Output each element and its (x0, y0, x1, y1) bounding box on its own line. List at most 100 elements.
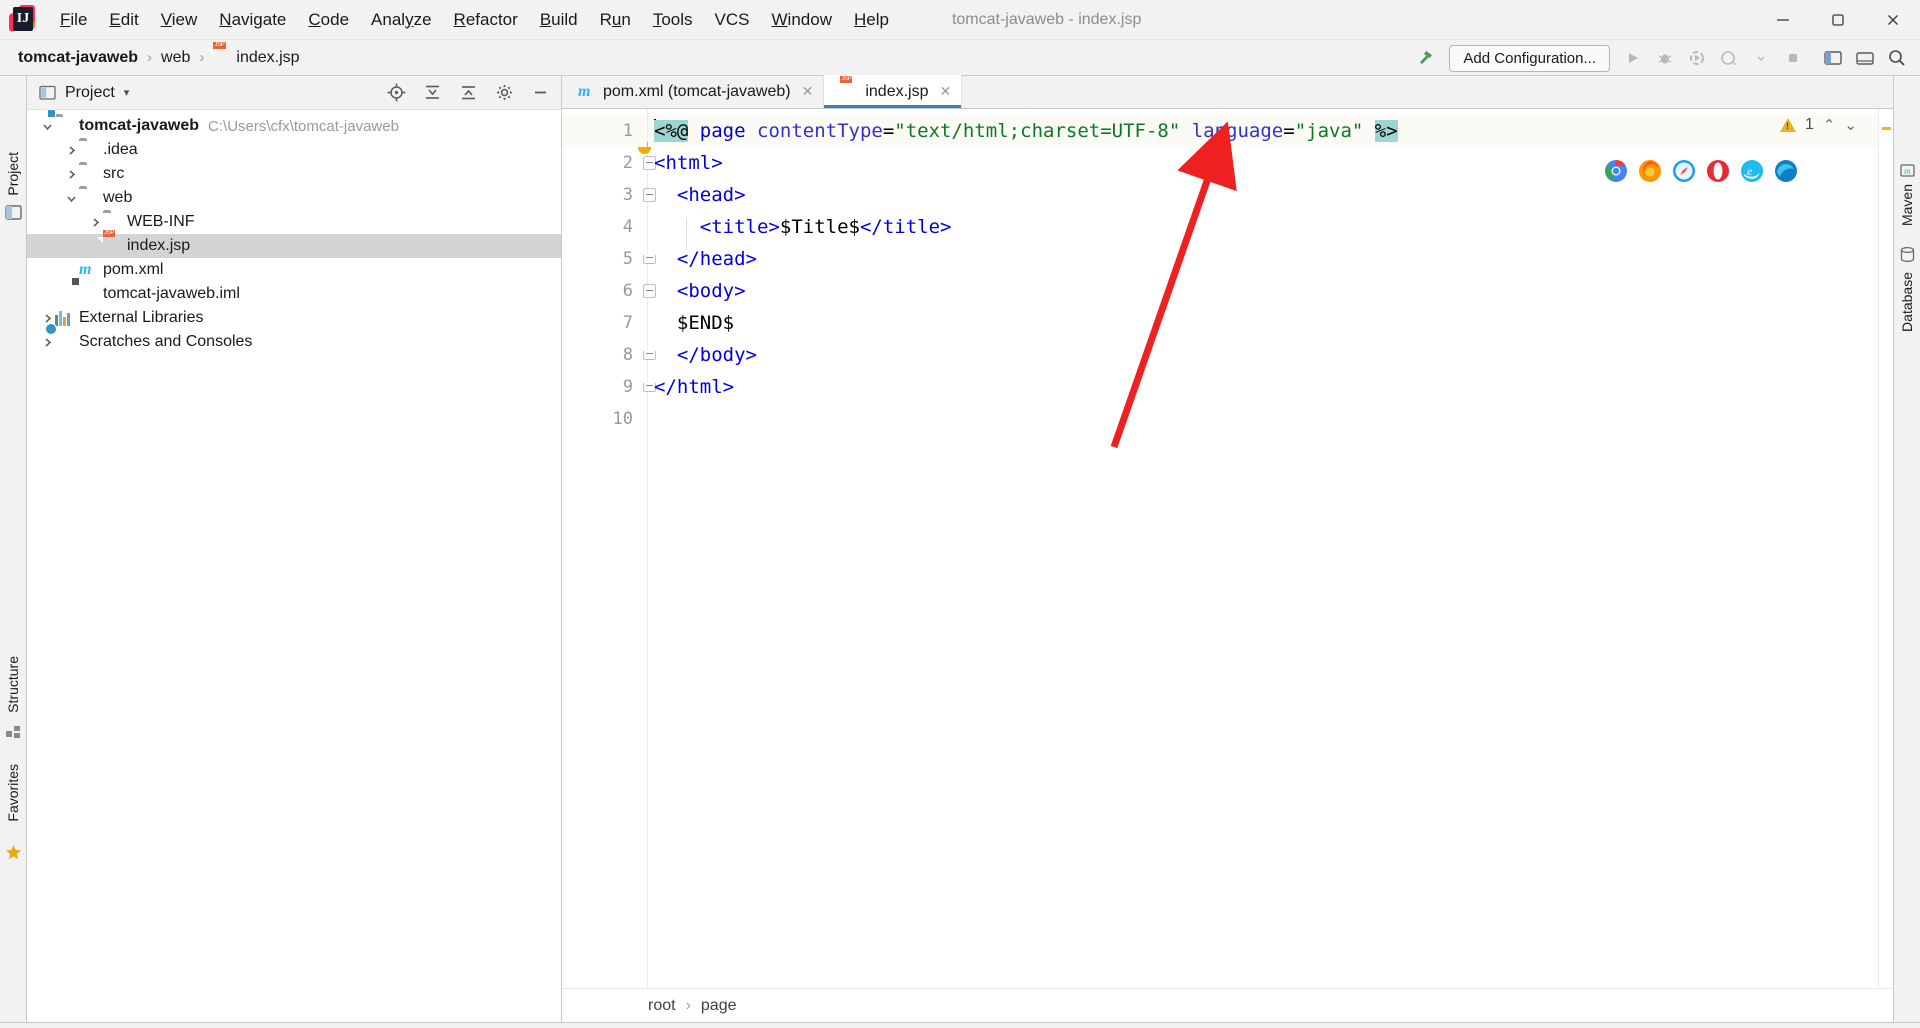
firefox-icon[interactable] (1638, 159, 1662, 183)
add-configuration-button[interactable]: Add Configuration... (1449, 44, 1610, 72)
tool-window-build[interactable]: Build (566, 1023, 650, 1028)
chevron-right-icon[interactable] (39, 334, 55, 350)
edge-icon[interactable] (1774, 159, 1798, 183)
profiler-icon[interactable] (1714, 43, 1744, 73)
browser-preview-bar[interactable]: e (1604, 159, 1798, 183)
line-number-gutter[interactable]: 1 2 3 4 5 6 7 8 9 10 (562, 109, 656, 988)
sidebar-item-maven[interactable]: Maven (1899, 184, 1915, 226)
run-icon[interactable] (1618, 43, 1648, 73)
tree-item-index-jsp[interactable]: JSP index.jsp (27, 230, 561, 258)
internet-explorer-icon[interactable]: e (1740, 159, 1764, 183)
breadcrumb-item-web[interactable]: web (161, 49, 190, 67)
tree-item-external-libraries[interactable]: External Libraries (27, 306, 561, 330)
line-number[interactable]: 5 (562, 243, 656, 275)
line-number[interactable]: 3 (562, 179, 656, 211)
line-number[interactable]: 6 (562, 275, 656, 307)
close-tab-icon[interactable]: ✕ (940, 83, 952, 100)
line-number[interactable]: 1 (562, 115, 647, 147)
menu-item-refactor[interactable]: Refactor (443, 0, 529, 40)
code-line[interactable]: <body> (648, 275, 1878, 307)
tree-item-tomcat-javaweb-iml[interactable]: tomcat-javaweb.iml (27, 282, 561, 306)
editor-tab-pom-xml-tomcat-javaweb-[interactable]: m pom.xml (tomcat-javaweb) ✕ (562, 75, 825, 108)
star-icon[interactable] (5, 844, 22, 861)
maven-strip-icon[interactable]: m (1899, 162, 1916, 179)
tree-item-tomcat-javaweb[interactable]: tomcat-javaweb C:\Users\cfx\tomcat-javawe… (27, 114, 561, 138)
editor-tab-index-jsp[interactable]: JSP index.jsp ✕ (824, 75, 963, 108)
tree-item-src[interactable]: src (27, 162, 561, 186)
chevron-right-icon[interactable] (87, 214, 103, 230)
tree-item-web[interactable]: web (27, 186, 561, 210)
menu-item-run[interactable]: Run (589, 0, 642, 40)
menu-item-file[interactable]: File (49, 0, 98, 40)
chevron-down-icon[interactable] (1746, 43, 1776, 73)
breadcrumb-item-index-jsp[interactable]: JSP index.jsp (213, 41, 300, 67)
sidebar-item-project[interactable]: Project (5, 152, 21, 196)
prev-problem-icon[interactable]: ⌃ (1823, 116, 1836, 134)
stop-icon[interactable] (1778, 43, 1808, 73)
chevron-down-icon[interactable] (63, 190, 79, 206)
line-number[interactable]: 10 (562, 403, 647, 435)
editor-scroll-rail[interactable] (1878, 109, 1893, 988)
hammer-icon[interactable] (1411, 43, 1441, 73)
chrome-icon[interactable] (1604, 159, 1628, 183)
line-number[interactable]: 7 (562, 307, 647, 339)
chevron-right-icon[interactable] (63, 166, 79, 182)
collapse-all-icon[interactable] (417, 78, 447, 108)
menu-item-analyze[interactable]: Analyze (360, 0, 443, 40)
code-line[interactable]: <%@ page contentType="text/html;charset=… (648, 115, 1878, 147)
safari-icon[interactable] (1672, 159, 1696, 183)
project-structure-icon[interactable] (1818, 43, 1848, 73)
sidebar-item-database[interactable]: Database (1899, 272, 1915, 332)
menu-item-window[interactable]: Window (761, 0, 843, 40)
locate-icon[interactable] (381, 78, 411, 108)
project-strip-icon[interactable] (5, 204, 22, 221)
code-line[interactable] (648, 403, 1878, 435)
menu-item-view[interactable]: View (150, 0, 209, 40)
sidebar-item-favorites[interactable]: Favorites (5, 764, 21, 822)
menu-item-build[interactable]: Build (529, 0, 589, 40)
menu-item-vcs[interactable]: VCS (704, 0, 761, 40)
tool-window-todo[interactable]: TODO (34, 1023, 128, 1028)
tree-item-pom-xml[interactable]: m pom.xml (27, 258, 561, 282)
structure-strip-icon[interactable] (5, 724, 22, 741)
tool-window-endpoints[interactable]: Endpoints (449, 1023, 567, 1028)
chevron-down-icon[interactable]: ▾ (124, 86, 130, 99)
expand-icon[interactable] (453, 78, 483, 108)
code-line[interactable]: <head> (648, 179, 1878, 211)
breadcrumb-root[interactable]: root (648, 997, 676, 1015)
tree-item--idea[interactable]: .idea (27, 138, 561, 162)
code-line[interactable]: $END$ (648, 307, 1878, 339)
code-line[interactable]: <title>$Title$</title> (648, 211, 1878, 243)
line-number[interactable]: 9 (562, 371, 656, 403)
sdk-icon[interactable] (1850, 43, 1880, 73)
code-content[interactable]: <%@ page contentType="text/html;charset=… (648, 109, 1878, 988)
search-everywhere-icon[interactable] (1882, 43, 1912, 73)
menu-item-tools[interactable]: Tools (642, 0, 704, 40)
debug-icon[interactable] (1650, 43, 1680, 73)
tool-window-problems[interactable]: Problems (128, 1023, 242, 1028)
inspection-widget[interactable]: 1 ⌃ ⌄ (1779, 116, 1857, 134)
code-line[interactable]: </body> (648, 339, 1878, 371)
chevron-down-icon[interactable] (39, 118, 55, 134)
breadcrumb-item-tomcat-javaweb[interactable]: tomcat-javaweb (18, 49, 138, 67)
warning-marker[interactable] (1882, 127, 1891, 130)
menu-item-navigate[interactable]: Navigate (208, 0, 297, 40)
line-number[interactable]: 4 (562, 211, 647, 243)
line-number[interactable]: 8 (562, 339, 656, 371)
line-number[interactable]: 2 (562, 147, 656, 179)
menu-item-code[interactable]: Code (297, 0, 360, 40)
next-problem-icon[interactable]: ⌄ (1844, 116, 1857, 134)
code-line[interactable]: </head> (648, 243, 1878, 275)
sidebar-item-structure[interactable]: Structure (5, 656, 21, 713)
run-with-coverage-icon[interactable] (1682, 43, 1712, 73)
database-strip-icon[interactable] (1899, 246, 1916, 263)
tool-window-profiler[interactable]: Profiler (350, 1023, 449, 1028)
opera-icon[interactable] (1706, 159, 1730, 183)
menu-item-help[interactable]: Help (843, 0, 900, 40)
code-line[interactable]: </html> (648, 371, 1878, 403)
tree-item-scratches-and-consoles[interactable]: Scratches and Consoles (27, 330, 561, 354)
menu-item-edit[interactable]: Edit (98, 0, 149, 40)
minimize-button[interactable] (1755, 0, 1810, 40)
chevron-right-icon[interactable] (63, 142, 79, 158)
close-tab-icon[interactable]: ✕ (802, 83, 814, 100)
